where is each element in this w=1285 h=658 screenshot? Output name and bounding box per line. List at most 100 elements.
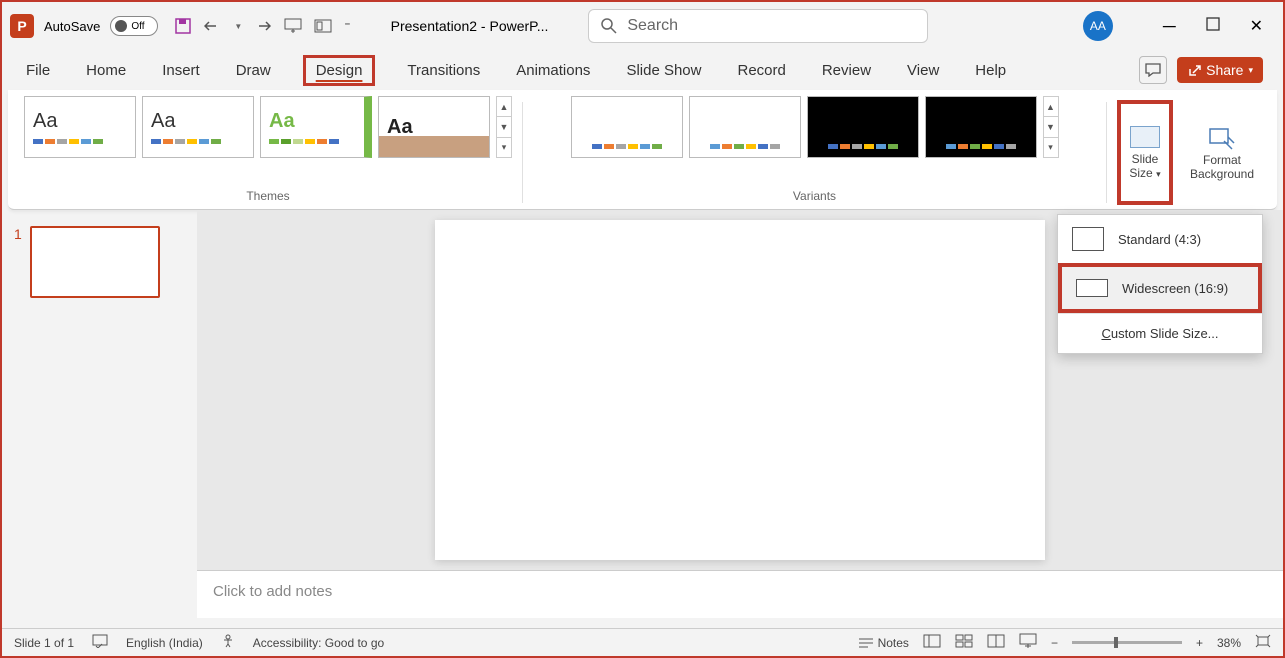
variant-option-2[interactable]: [689, 96, 801, 158]
gallery-more-icon[interactable]: ▾: [497, 138, 511, 157]
gallery-more-icon[interactable]: ▾: [1044, 138, 1058, 157]
window-title: Presentation2 - PowerP...: [391, 18, 549, 34]
sorter-view-icon[interactable]: [955, 634, 973, 651]
theme-option-3[interactable]: Aa: [260, 96, 372, 158]
search-icon: [601, 18, 617, 34]
tab-insert[interactable]: Insert: [158, 56, 204, 85]
share-button[interactable]: Share ▾: [1177, 57, 1263, 83]
undo-icon[interactable]: [204, 17, 222, 35]
slide-size-menu: Standard (4:3) Widescreen (16:9) CCustom…: [1057, 214, 1263, 354]
present-icon[interactable]: [314, 17, 332, 35]
menu-widescreen[interactable]: Widescreen (16:9): [1058, 263, 1262, 313]
tab-view[interactable]: View: [903, 56, 943, 85]
widescreen-ratio-icon: [1076, 279, 1108, 297]
format-bg-label-2: Background: [1190, 167, 1254, 181]
theme-preview-text: Aa: [387, 116, 481, 139]
format-background-icon: [1208, 125, 1236, 153]
fit-to-window-icon[interactable]: [1255, 634, 1271, 651]
theme-option-4[interactable]: Aa: [378, 96, 490, 158]
ribbon: Aa Aa Aa Aa ▲ ▼ ▾ Themes: [8, 90, 1277, 210]
zoom-slider[interactable]: [1072, 641, 1182, 644]
maximize-button[interactable]: [1206, 17, 1220, 36]
quick-access-toolbar: ▼ ⁼: [174, 17, 350, 35]
zoom-in-button[interactable]: +: [1196, 636, 1203, 650]
zoom-value[interactable]: 38%: [1217, 636, 1241, 650]
accessibility-icon: [221, 634, 235, 651]
redo-icon[interactable]: [254, 17, 272, 35]
slide-number: 1: [14, 226, 22, 554]
theme-option-1[interactable]: Aa: [24, 96, 136, 158]
statusbar: Slide 1 of 1 English (India) Accessibili…: [2, 628, 1283, 656]
search-input[interactable]: Search: [588, 9, 928, 43]
share-label: Share: [1206, 62, 1243, 78]
theme-preview-text: Aa: [269, 110, 356, 133]
minimize-button[interactable]: ─: [1163, 16, 1176, 37]
themes-gallery-buttons: ▲ ▼ ▾: [496, 96, 512, 158]
save-icon[interactable]: [174, 17, 192, 35]
variant-option-3[interactable]: [807, 96, 919, 158]
tab-record[interactable]: Record: [733, 56, 789, 85]
tab-transitions[interactable]: Transitions: [403, 56, 484, 85]
variants-group: ▲ ▼ ▾ Variants: [527, 96, 1102, 209]
menu-custom-size[interactable]: CCustom Slide Size...ustom Slide Size...: [1058, 313, 1262, 353]
notes-button[interactable]: Notes: [858, 636, 909, 650]
variant-option-1[interactable]: [571, 96, 683, 158]
comments-button[interactable]: [1139, 56, 1167, 84]
slideshow-view-icon[interactable]: [1019, 633, 1037, 652]
gallery-up-icon[interactable]: ▲: [497, 97, 511, 117]
autosave-state: Off: [131, 21, 144, 32]
chevron-down-icon: ▾: [1248, 65, 1253, 76]
reading-view-icon[interactable]: [987, 634, 1005, 651]
menu-standard[interactable]: Standard (4:3): [1058, 215, 1262, 263]
user-avatar[interactable]: AA: [1083, 11, 1113, 41]
language-status[interactable]: English (India): [126, 636, 203, 650]
theme-option-2[interactable]: Aa: [142, 96, 254, 158]
tab-help[interactable]: Help: [971, 56, 1010, 85]
normal-view-icon[interactable]: [923, 634, 941, 651]
notes-placeholder: Click to add notes: [213, 583, 332, 600]
slide-size-button[interactable]: Slide Size ▾: [1117, 100, 1173, 205]
slide-thumbnail-1[interactable]: [30, 226, 160, 298]
tab-animations[interactable]: Animations: [512, 56, 594, 85]
format-background-button[interactable]: Format Background: [1183, 100, 1261, 205]
slide-canvas[interactable]: [435, 220, 1045, 560]
gallery-down-icon[interactable]: ▼: [1044, 117, 1058, 137]
spellcheck-icon[interactable]: [92, 634, 108, 651]
variants-gallery-buttons: ▲ ▼ ▾: [1043, 96, 1059, 158]
customize-group: Slide Size ▾ Format Background: [1111, 96, 1267, 209]
tab-design[interactable]: Design: [303, 55, 376, 86]
autosave-toggle[interactable]: Off: [110, 16, 158, 36]
ribbon-tabs: File Home Insert Draw Design Transitions…: [2, 50, 1283, 90]
from-beginning-icon[interactable]: [284, 17, 302, 35]
accessibility-status[interactable]: Accessibility: Good to go: [253, 636, 384, 650]
variants-group-label: Variants: [793, 189, 836, 209]
theme-preview-text: Aa: [151, 110, 245, 133]
gallery-down-icon[interactable]: ▼: [497, 117, 511, 137]
notes-pane[interactable]: Click to add notes: [197, 570, 1283, 618]
slide-thumbnail-panel: 1: [2, 210, 197, 570]
menu-custom-label: CCustom Slide Size...ustom Slide Size...: [1101, 326, 1218, 341]
tab-draw[interactable]: Draw: [232, 56, 275, 85]
undo-dropdown-icon[interactable]: ▼: [234, 22, 242, 31]
tab-review[interactable]: Review: [818, 56, 875, 85]
variant-option-4[interactable]: [925, 96, 1037, 158]
powerpoint-icon: P: [10, 14, 34, 38]
themes-group: Aa Aa Aa Aa ▲ ▼ ▾ Themes: [18, 96, 518, 209]
window-controls: AA ─ ✕: [1083, 11, 1275, 41]
themes-group-label: Themes: [246, 189, 289, 209]
menu-standard-label: Standard (4:3): [1118, 232, 1201, 247]
titlebar: P AutoSave Off ▼ ⁼ Presentation2 - Power…: [2, 2, 1283, 50]
share-icon: [1187, 63, 1201, 77]
standard-ratio-icon: [1072, 227, 1104, 251]
gallery-up-icon[interactable]: ▲: [1044, 97, 1058, 117]
tab-file[interactable]: File: [22, 56, 54, 85]
slide-counter[interactable]: Slide 1 of 1: [14, 636, 74, 650]
slide-size-icon: [1130, 126, 1160, 148]
chevron-down-icon: ▾: [1156, 169, 1161, 179]
close-button[interactable]: ✕: [1250, 16, 1263, 36]
slide-size-label-1: Slide: [1132, 152, 1159, 166]
qat-overflow-icon[interactable]: ⁼: [344, 19, 350, 33]
tab-slideshow[interactable]: Slide Show: [622, 56, 705, 85]
zoom-out-button[interactable]: −: [1051, 636, 1058, 650]
tab-home[interactable]: Home: [82, 56, 130, 85]
